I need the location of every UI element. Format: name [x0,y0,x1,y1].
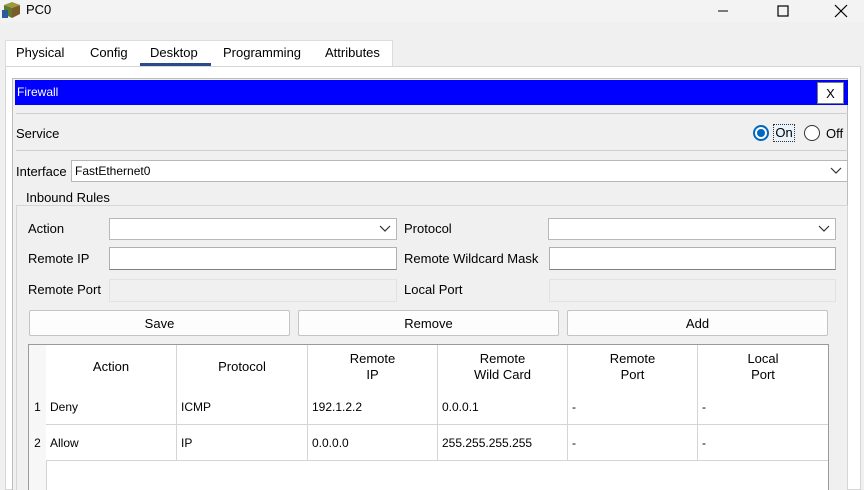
divider [16,113,848,114]
table-cell[interactable]: - [568,389,698,425]
column-header-label: Remote [609,351,656,366]
tab-desktop[interactable]: Desktop [140,44,211,66]
title-bar: PC0 [0,0,864,22]
remote-wildcard-input[interactable] [549,247,836,270]
column-header-label: Wild Card [473,367,532,382]
local-port-input[interactable] [549,279,836,302]
table-cell[interactable]: Deny [46,389,177,425]
column-header-label: Protocol [218,359,266,374]
column-header-remote-wildcard[interactable]: Remote Wild Card [438,345,568,390]
table-cell[interactable]: ICMP [177,389,308,425]
table-cell[interactable]: Allow [46,425,177,461]
interface-value: FastEthernet0 [75,164,151,178]
table-cell[interactable]: IP [177,425,308,461]
inbound-rules-title: Inbound Rules [24,190,112,205]
table-cell[interactable]: - [698,389,828,425]
row-number[interactable]: 2 [29,425,46,461]
close-window-button[interactable] [818,0,864,22]
table-empty-area [46,461,828,490]
action-label: Action [28,221,65,236]
remote-ip-label: Remote IP [28,251,90,266]
remote-ip-input[interactable] [109,247,397,270]
service-on-label[interactable]: On [773,124,795,142]
tab-programming[interactable]: Programming [223,44,301,66]
row-number[interactable]: 1 [29,389,46,425]
minimize-button[interactable] [700,0,746,22]
column-header-remote-port[interactable]: Remote Port [568,345,698,390]
tab-attributes[interactable]: Attributes [325,44,380,66]
pc-app-icon [2,2,20,18]
firewall-header [15,80,848,105]
interface-label: Interface [16,164,67,179]
action-select[interactable] [109,218,397,240]
add-button[interactable]: Add [567,310,828,336]
chevron-down-icon [818,225,830,232]
remote-port-label: Remote Port [28,282,101,297]
chevron-down-icon [830,167,842,174]
firewall-close-button[interactable]: X [817,82,844,104]
table-cell[interactable]: 0.0.0.0 [308,425,438,461]
column-header-action[interactable]: Action [46,345,177,390]
service-off-radio[interactable] [804,125,820,141]
window-title: PC0 [26,2,52,17]
chevron-down-icon [379,225,391,232]
column-header-label: IP [366,367,379,382]
tab-physical[interactable]: Physical [16,44,64,66]
close-icon [834,4,848,18]
table-cell[interactable]: - [698,425,828,461]
table-cell[interactable]: 255.255.255.255 [438,425,568,461]
divider [16,150,848,151]
table-cell[interactable]: 0.0.0.1 [438,389,568,425]
column-header-label: Port [751,367,775,382]
table-cell[interactable]: - [568,425,698,461]
column-header-label: Port [620,367,645,382]
column-header-label: Local [747,351,779,366]
tab-config[interactable]: Config [90,44,128,66]
column-header-label: Remote [349,351,396,366]
service-label: Service [16,126,60,141]
local-port-label: Local Port [404,282,463,297]
column-header-local-port[interactable]: Local Port [698,345,828,390]
service-on-radio[interactable] [753,125,769,141]
save-button[interactable]: Save [29,310,290,336]
maximize-icon [777,5,789,17]
column-header-label: Action [92,359,130,374]
remote-wildcard-label: Remote Wildcard Mask [404,251,539,266]
column-header-label: Remote [479,351,526,366]
column-header-protocol[interactable]: Protocol [177,345,308,390]
protocol-select[interactable] [548,218,836,240]
minimize-icon [718,10,728,12]
interface-select[interactable]: FastEthernet0 [71,160,848,182]
remove-button[interactable]: Remove [298,310,559,336]
remote-port-input[interactable] [109,279,397,302]
firewall-title: Firewall [17,85,59,99]
column-header-remote-ip[interactable]: Remote IP [308,345,438,390]
service-off-label[interactable]: Off [826,126,843,141]
maximize-button[interactable] [760,0,806,22]
table-cell[interactable]: 192.1.2.2 [308,389,438,425]
protocol-label: Protocol [404,221,452,236]
